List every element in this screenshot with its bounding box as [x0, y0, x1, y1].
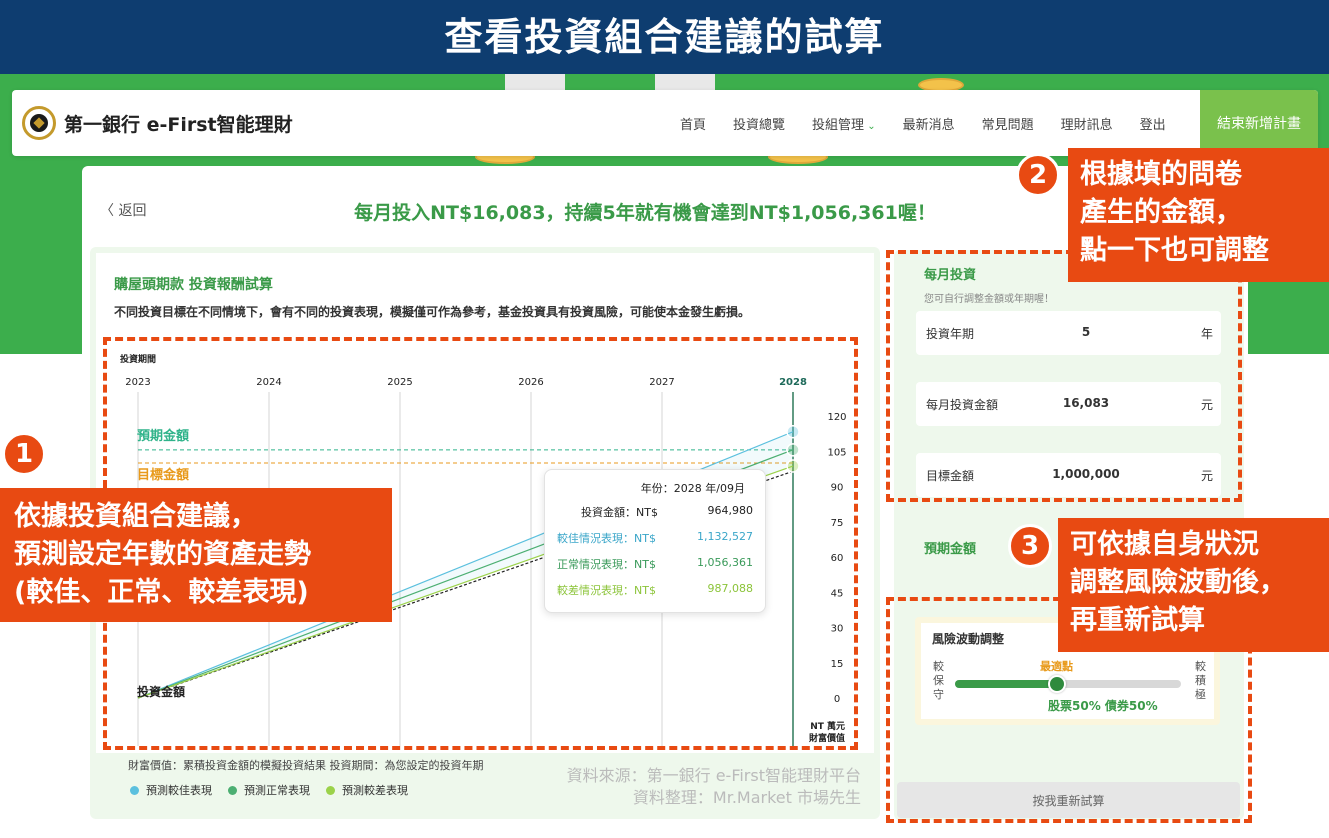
- end-plan-button[interactable]: 結束新增計畫: [1200, 90, 1318, 156]
- callout-3: 可依據自身狀況 調整風險波動後， 再重新試算: [1058, 518, 1329, 652]
- goal-title: 購屋頭期款 投資報酬試算: [114, 277, 273, 293]
- legend-item[interactable]: 預測較佳表現: [130, 782, 212, 798]
- bank-logo-icon[interactable]: [22, 106, 56, 140]
- legend-item[interactable]: 預測正常表現: [228, 782, 310, 798]
- legend-dot-icon: [326, 785, 335, 795]
- expected-amount-heading: 預期金額: [924, 542, 977, 557]
- source-watermark: 資料來源：第一銀行 e-First智能理財平台 資料整理：Mr.Market 市…: [566, 766, 861, 807]
- nav-portfolio[interactable]: 投組管理 ⌄: [812, 114, 876, 133]
- nav-home[interactable]: 首頁: [680, 114, 706, 133]
- legend-item[interactable]: 預測較差表現: [326, 782, 408, 798]
- wealth-note: 財富價值：累積投資金額的模擬投資結果 投資期間：為您設定的投資年期: [128, 759, 484, 772]
- goal-description: 不同投資目標在不同情境下，會有不同的投資表現，模擬僅可作為參考，基金投資具有投資…: [114, 305, 751, 319]
- callout-1: 依據投資組合建議， 預測設定年數的資產走勢 (較佳、正常、較差表現): [0, 488, 392, 622]
- headline: 每月投入NT$16,083，持續5年就有機會達到NT$1,056,361喔！: [354, 202, 936, 224]
- nav-logout[interactable]: 登出: [1140, 114, 1166, 133]
- callout-2: 根據填的問卷 產生的金額， 點一下也可調整: [1068, 148, 1329, 282]
- legend-dot-icon: [130, 785, 139, 795]
- chevron-left-icon: 〈: [100, 203, 119, 219]
- monthly-highlight-box: [886, 250, 1242, 502]
- nav-overview[interactable]: 投資總覽: [733, 114, 785, 133]
- brand-name[interactable]: 第一銀行 e-First智能理財: [64, 110, 293, 137]
- nav-finance-info[interactable]: 理財訊息: [1061, 114, 1113, 133]
- top-navbar: 第一銀行 e-First智能理財 首頁 投資總覽 投組管理 ⌄ 最新消息 常見問…: [12, 90, 1318, 156]
- callout-3-badge: 3: [1008, 524, 1052, 568]
- chart-legend: 預測較佳表現 預測正常表現 預測較差表現: [130, 782, 424, 798]
- back-link[interactable]: 〈 返回: [100, 200, 146, 220]
- nav-faq[interactable]: 常見問題: [982, 114, 1034, 133]
- chevron-down-icon: ⌄: [864, 120, 876, 132]
- callout-2-badge: 2: [1016, 153, 1060, 197]
- nav-news[interactable]: 最新消息: [903, 114, 955, 133]
- legend-dot-icon: [228, 785, 237, 795]
- callout-1-badge: 1: [2, 432, 46, 476]
- banner-title: 查看投資組合建議的試算: [0, 0, 1329, 74]
- nav-links: 首頁 投資總覽 投組管理 ⌄ 最新消息 常見問題 理財訊息 登出: [680, 90, 1193, 156]
